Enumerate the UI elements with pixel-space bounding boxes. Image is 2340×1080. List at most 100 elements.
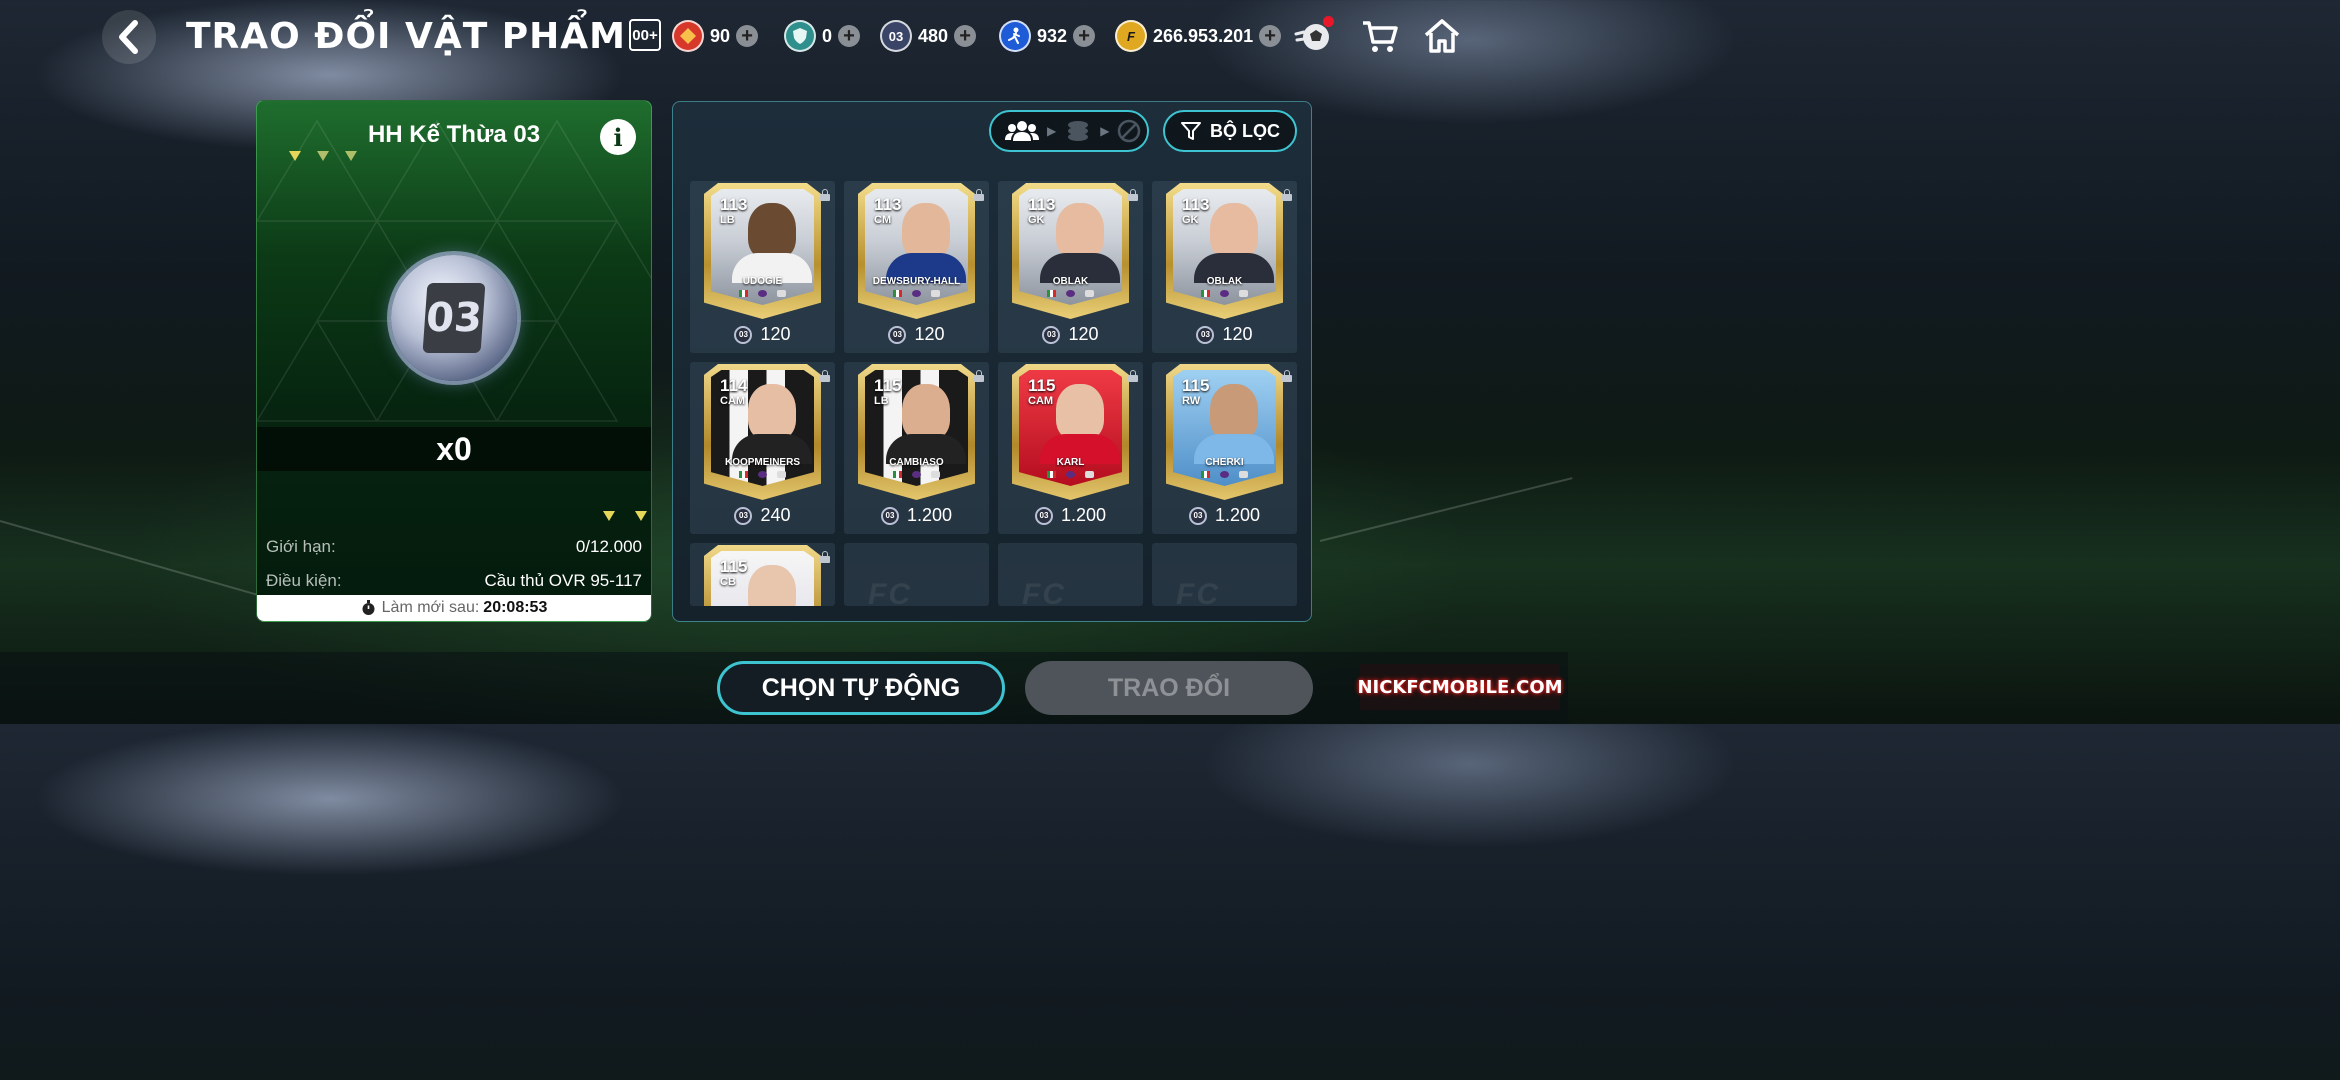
- league-icon: [1220, 471, 1229, 478]
- player-flags: [858, 471, 975, 478]
- player-position: LB: [874, 395, 889, 407]
- player-price: 03 1.200: [998, 505, 1143, 526]
- fc-watermark-icon: FC: [1176, 578, 1220, 606]
- lock-icon: [974, 189, 984, 201]
- player-card-slot[interactable]: 113 GK OBLAK 03 120: [998, 181, 1143, 353]
- add-coin-button[interactable]: +: [1259, 25, 1282, 47]
- sort-group-toggle[interactable]: ▶ ▶: [989, 110, 1149, 152]
- currency-fc-coin: F 266.953.201 +: [1115, 17, 1282, 55]
- season-badge: 00+: [629, 19, 661, 51]
- player-card-slot[interactable]: 113 GK OBLAK 03 120: [1152, 181, 1297, 353]
- condition-row: Điều kiện: Cầu thủ OVR 95-117: [266, 571, 642, 591]
- player-ovr: 113: [1028, 195, 1056, 214]
- back-button[interactable]: [102, 10, 156, 64]
- price-value: 1.200: [1060, 505, 1107, 525]
- filter-label: BỘ LỌC: [1210, 120, 1280, 141]
- player-card: 114 CAM KOOPMEINERS: [704, 364, 821, 500]
- currency-value: 932: [1037, 25, 1068, 46]
- add-shield-button[interactable]: +: [838, 25, 861, 47]
- league-icon: [758, 471, 767, 478]
- player-price: 03 120: [690, 324, 835, 345]
- price-value: 120: [1068, 324, 1099, 344]
- add-player-currency-button[interactable]: +: [1073, 25, 1096, 47]
- player-price: 03 120: [998, 324, 1143, 345]
- info-icon[interactable]: i: [600, 119, 636, 155]
- home-icon[interactable]: [1422, 16, 1462, 56]
- player-card: 113 GK OBLAK: [1012, 183, 1129, 319]
- player-position: CB: [720, 576, 736, 588]
- player-flags: [1012, 471, 1129, 478]
- chevron-left-icon: [119, 20, 138, 54]
- player-name: CHERKI: [1205, 457, 1244, 468]
- rarity-triangle: [289, 151, 301, 161]
- item-quantity: x0: [257, 427, 651, 471]
- rarity-triangle: [345, 151, 357, 161]
- player-name: CAMBIASO: [889, 457, 944, 468]
- shield-icon: [784, 20, 816, 52]
- player-price: 03 1.200: [1152, 505, 1297, 526]
- chevron-right-icon: ▶: [1047, 124, 1057, 138]
- player-card-slot[interactable]: 113 CM DEWSBURY-HALL 03 120: [844, 181, 989, 353]
- token-03-icon: 03: [1034, 506, 1053, 525]
- club-badge-icon: [1239, 471, 1248, 478]
- player-position: CAM: [720, 395, 746, 407]
- player-name: KARL: [1056, 457, 1085, 468]
- player-ovr: 115: [720, 557, 748, 576]
- top-bar: TRAO ĐỔI VẬT PHẨM 00+ 90 + 0 + 03 480 + …: [0, 0, 1568, 80]
- player-flags: [704, 471, 821, 478]
- filter-button[interactable]: BỘ LỌC: [1163, 110, 1297, 152]
- player-ovr: 115: [1028, 376, 1056, 395]
- lock-icon: [820, 551, 830, 563]
- price-value: 1.200: [906, 505, 953, 525]
- currency-player-icon: 932 +: [999, 17, 1096, 55]
- lock-icon: [820, 370, 830, 382]
- exchange-item-panel: HH Kế Thừa 03 i 03 x0 Giới hạn: 0/12.000…: [256, 100, 652, 622]
- player-face: [1210, 203, 1258, 259]
- currency-shield: 0 +: [784, 17, 861, 55]
- player-name: OBLAK: [1206, 276, 1243, 287]
- price-value: 120: [760, 324, 791, 344]
- player-card-slot[interactable]: 115 CAM KARL 03 1.200: [998, 362, 1143, 534]
- token-label: 03: [422, 283, 486, 353]
- player-position: RW: [1182, 395, 1201, 407]
- player-card-slot[interactable]: 114 CAM KOOPMEINERS 03 240: [690, 362, 835, 534]
- add-token-button[interactable]: +: [954, 25, 977, 47]
- empty-card-slot: FC: [1152, 543, 1297, 606]
- team-icon: [1005, 121, 1039, 141]
- notification-dot: [1323, 16, 1334, 27]
- nation-flag-icon: [893, 471, 902, 478]
- league-icon: [1220, 290, 1229, 297]
- player-face: [902, 384, 950, 440]
- lock-icon: [1128, 189, 1138, 201]
- currency-value: 90: [710, 25, 731, 46]
- cart-icon[interactable]: [1360, 16, 1400, 56]
- nation-flag-icon: [1047, 290, 1056, 297]
- player-card-slot[interactable]: 115 RW CHERKI 03 1.200: [1152, 362, 1297, 534]
- player-card-slot[interactable]: 113 LB UDOGIE 03 120: [690, 181, 835, 353]
- player-card-slot[interactable]: 115 LB CAMBIASO 03 1.200: [844, 362, 989, 534]
- rarity-triangle: [635, 511, 647, 521]
- nation-flag-icon: [893, 290, 902, 297]
- refresh-label: Làm mới sau:: [381, 599, 480, 616]
- lock-icon: [1282, 189, 1292, 201]
- lock-icon: [974, 370, 984, 382]
- page-title: TRAO ĐỔI VẬT PHẨM: [186, 16, 626, 57]
- nation-flag-icon: [1201, 471, 1210, 478]
- player-face: [1056, 384, 1104, 440]
- league-icon: [1066, 290, 1075, 297]
- token-03-icon: 03: [1196, 325, 1215, 344]
- auto-select-button[interactable]: CHỌN TỰ ĐỘNG: [717, 661, 1005, 715]
- add-gem-button[interactable]: +: [736, 25, 759, 47]
- trade-button[interactable]: TRAO ĐỔI: [1025, 661, 1313, 715]
- league-icon: [912, 471, 921, 478]
- player-face: [748, 203, 796, 259]
- football-icon[interactable]: [1294, 16, 1334, 56]
- player-name: DEWSBURY-HALL: [872, 276, 961, 287]
- player-card: 113 GK OBLAK: [1166, 183, 1283, 319]
- token-03-icon: 03: [880, 506, 899, 525]
- stopwatch-icon: [362, 600, 375, 615]
- player-card-slot[interactable]: 115 CB: [690, 543, 835, 606]
- player-price: 03 240: [690, 505, 835, 526]
- player-name: UDOGIE: [742, 276, 783, 287]
- player-position: GK: [1182, 214, 1199, 226]
